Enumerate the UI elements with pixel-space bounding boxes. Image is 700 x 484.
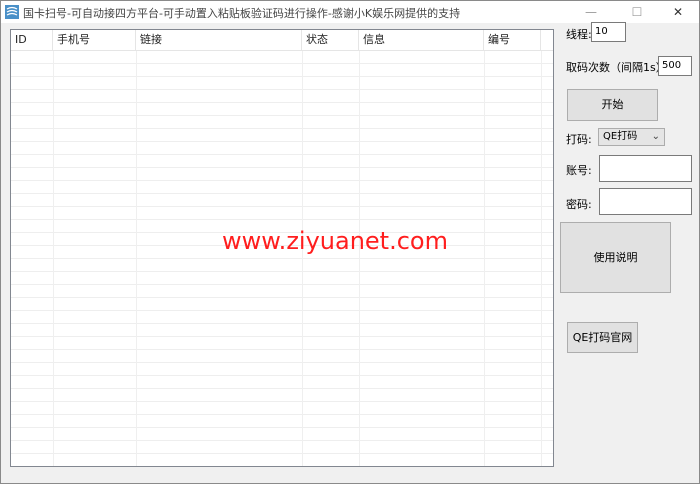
- column-divider: [359, 51, 360, 466]
- app-icon: [5, 5, 19, 19]
- window-title: 国卡扫号-可自动接四方平台-可手动置入粘贴板验证码进行操作-感谢小K娱乐网提供的…: [23, 7, 461, 20]
- password-input[interactable]: [599, 188, 692, 215]
- column-header-id[interactable]: ID: [11, 30, 53, 50]
- captcha-select[interactable]: QE打码 ⌄: [598, 128, 665, 146]
- main-window: 国卡扫号-可自动接四方平台-可手动置入粘贴板验证码进行操作-感谢小K娱乐网提供的…: [0, 0, 700, 484]
- column-header-info[interactable]: 信息: [359, 30, 484, 50]
- account-input[interactable]: [599, 155, 692, 182]
- title-bar: 国卡扫号-可自动接四方平台-可手动置入粘贴板验证码进行操作-感谢小K娱乐网提供的…: [1, 1, 699, 23]
- fetch-count-input[interactable]: 500: [658, 56, 692, 76]
- password-label: 密码:: [566, 198, 592, 211]
- column-divider: [541, 51, 542, 466]
- column-divider: [136, 51, 137, 466]
- watermark-text: www.ziyuanet.com: [222, 227, 448, 255]
- threads-label: 线程:: [566, 28, 592, 41]
- close-button[interactable]: ✕: [656, 1, 700, 23]
- column-header-status[interactable]: 状态: [302, 30, 359, 50]
- column-header-number[interactable]: 编号: [484, 30, 541, 50]
- threads-input[interactable]: 10: [591, 22, 626, 42]
- help-button[interactable]: 使用说明: [560, 222, 671, 293]
- qe-site-button[interactable]: QE打码官网: [567, 322, 638, 353]
- captcha-label: 打码:: [566, 133, 592, 146]
- column-header-link[interactable]: 链接: [136, 30, 302, 50]
- column-header-phone[interactable]: 手机号: [53, 30, 136, 50]
- minimize-button[interactable]: —: [569, 1, 613, 23]
- table-header: ID 手机号 链接 状态 信息 编号: [11, 30, 553, 51]
- fetch-count-label: 取码次数（间隔1s）: [566, 61, 667, 74]
- maximize-button[interactable]: ☐: [615, 1, 659, 23]
- column-divider: [484, 51, 485, 466]
- table-body: [11, 51, 553, 466]
- column-divider: [302, 51, 303, 466]
- chevron-down-icon: ⌄: [651, 131, 660, 142]
- start-button[interactable]: 开始: [567, 89, 658, 121]
- column-divider: [53, 51, 54, 466]
- captcha-selected-value: QE打码: [603, 131, 638, 142]
- account-label: 账号:: [566, 164, 592, 177]
